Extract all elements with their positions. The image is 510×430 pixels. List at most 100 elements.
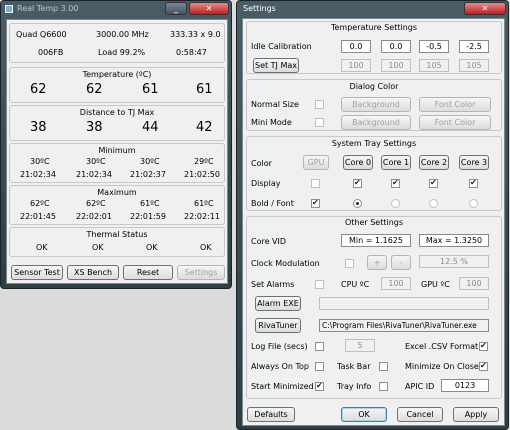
set-alarms-checkbox[interactable] (315, 280, 324, 289)
set-alarms-label: Set Alarms (251, 280, 295, 289)
display-gpu-checkbox[interactable] (311, 179, 320, 188)
tj-max-core3[interactable]: 105 (459, 59, 489, 72)
apic-id-field[interactable]: 0123 (441, 379, 489, 392)
display-core0-checkbox[interactable] (353, 178, 362, 188)
core1-max-time: 22:02:01 (76, 212, 112, 221)
core3-distance: 42 (196, 120, 213, 135)
core2-color-button[interactable]: Core 2 (419, 155, 449, 170)
bold-core1-radio[interactable] (391, 199, 400, 208)
core0-color-button[interactable]: Core 0 (343, 155, 373, 170)
dialog-color-group: Dialog Color Normal Size Background Font… (246, 79, 502, 131)
display-core2-checkbox[interactable] (429, 178, 438, 188)
core2-distance: 44 (142, 120, 159, 135)
clock-percent-field[interactable]: 12.5 % (419, 255, 489, 268)
idle-calibration-label: Idle Calibration (251, 42, 312, 51)
clock-minus-button[interactable]: - (391, 255, 411, 270)
normal-size-checkbox[interactable] (315, 100, 324, 109)
core1-temp: 62 (86, 82, 103, 97)
tray-info-checkbox[interactable] (379, 382, 388, 391)
mini-background-button[interactable]: Background (341, 115, 411, 130)
temperature-group: Temperature (ºC) 62 62 61 61 (9, 67, 225, 103)
idle-cal-core3[interactable]: -2.5 (459, 40, 489, 53)
mini-mode-label: Mini Mode (251, 118, 292, 127)
normal-background-button[interactable]: Background (341, 97, 411, 112)
excel-csv-checkbox[interactable] (479, 341, 488, 351)
gpu-alarm-field[interactable]: 100 (459, 277, 489, 290)
clock-modulation-checkbox[interactable] (345, 259, 354, 268)
tj-max-core1[interactable]: 100 (381, 59, 411, 72)
core0-temp: 62 (30, 82, 47, 97)
minimize-button[interactable]: _ (165, 2, 187, 15)
realtemp-window: Real Temp 3.00 _ ✕ Quad Q6600 3000.00 MH… (0, 0, 232, 289)
apply-button[interactable]: Apply (453, 407, 499, 422)
display-core1-checkbox[interactable] (391, 178, 400, 188)
bold-font-checkbox[interactable] (311, 198, 320, 208)
tj-max-core0[interactable]: 100 (341, 59, 371, 72)
task-bar-label: Task Bar (337, 362, 371, 371)
core3-min-time: 21:02:50 (184, 170, 220, 179)
max-vid-field: Max = 1.3250 (419, 234, 489, 247)
core1-max: 62ºC (86, 199, 106, 208)
rivatuner-path[interactable]: C:\Program Files\RivaTuner\RivaTuner.exe (319, 319, 489, 332)
core1-color-button[interactable]: Core 1 (381, 155, 411, 170)
mini-mode-checkbox[interactable] (315, 118, 324, 127)
idle-cal-core1[interactable]: 0.0 (381, 40, 411, 53)
core0-min: 30ºC (30, 157, 50, 166)
set-tj-max-button[interactable]: Set TJ Max (253, 58, 299, 73)
bold-core0-radio[interactable] (353, 199, 362, 208)
cpu-multiplier: 333.33 x 9.0 (170, 30, 221, 39)
mini-font-color-button[interactable]: Font Color (419, 115, 491, 130)
reset-button[interactable]: Reset (123, 265, 173, 280)
idle-cal-core2[interactable]: -0.5 (419, 40, 449, 53)
core2-min: 30ºC (140, 157, 160, 166)
cpu-frequency: 3000.00 MHz (96, 30, 149, 39)
ok-button[interactable]: OK (341, 407, 387, 422)
alarm-exe-button[interactable]: Alarm EXE (255, 296, 301, 311)
start-minimized-checkbox[interactable] (315, 381, 324, 391)
temperature-header: Temperature (ºC) (82, 70, 152, 79)
minimize-on-close-checkbox[interactable] (479, 361, 488, 371)
task-bar-checkbox[interactable] (379, 362, 388, 371)
core1-min-time: 21:02:34 (76, 170, 112, 179)
minimum-group: Minimum 30ºC 30ºC 30ºC 29ºC 21:02:34 21:… (9, 143, 225, 183)
bold-core3-radio[interactable] (469, 199, 478, 208)
core0-min-time: 21:02:34 (20, 170, 56, 179)
defaults-button[interactable]: Defaults (247, 407, 295, 422)
core3-color-button[interactable]: Core 3 (459, 155, 489, 170)
color-label: Color (251, 159, 272, 168)
minimum-header: Minimum (98, 146, 136, 155)
log-file-checkbox[interactable] (315, 342, 324, 351)
clock-modulation-label: Clock Modulation (251, 259, 320, 268)
clock-plus-button[interactable]: + (367, 255, 387, 270)
min-vid-field: Min = 1.1625 (341, 234, 411, 247)
sensor-test-button[interactable]: Sensor Test (11, 265, 63, 280)
idle-cal-core0[interactable]: 0.0 (341, 40, 371, 53)
core0-status: OK (36, 243, 48, 252)
log-interval-field[interactable]: 5 (345, 339, 375, 352)
temperature-settings-group: Temperature Settings Idle Calibration 0.… (246, 21, 502, 74)
maximum-group: Maximum 62ºC 62ºC 61ºC 61ºC 22:01:45 22:… (9, 185, 225, 225)
cpu-id: 006FB (38, 48, 64, 57)
core1-distance: 38 (86, 120, 103, 135)
realtemp-client: Quad Q6600 3000.00 MHz 333.33 x 9.0 006F… (6, 19, 228, 284)
rivatuner-button[interactable]: RivaTuner (255, 318, 301, 333)
xs-bench-button[interactable]: XS Bench (67, 265, 119, 280)
gpu-color-button[interactable]: GPU (303, 155, 329, 170)
cpu-alarm-label: CPU ºC (341, 280, 370, 289)
display-core3-checkbox[interactable] (469, 178, 478, 188)
bold-core2-radio[interactable] (429, 199, 438, 208)
cpu-alarm-field[interactable]: 100 (381, 277, 411, 290)
system-tray-group: System Tray Settings Color GPU Core 0 Co… (246, 136, 502, 211)
normal-font-color-button[interactable]: Font Color (419, 97, 491, 112)
tj-max-core2[interactable]: 105 (419, 59, 449, 72)
settings-button[interactable]: Settings (177, 265, 225, 280)
uptime: 0:58:47 (176, 48, 207, 57)
alarm-exe-path[interactable] (319, 297, 489, 310)
cancel-button[interactable]: Cancel (397, 407, 443, 422)
always-on-top-label: Always On Top (251, 362, 309, 371)
always-on-top-checkbox[interactable] (315, 362, 324, 371)
core2-temp: 61 (142, 82, 159, 97)
distance-group: Distance to TJ Max 38 38 44 42 (9, 105, 225, 141)
close-icon[interactable]: ✕ (189, 2, 229, 15)
close-icon[interactable]: ✕ (464, 2, 506, 15)
